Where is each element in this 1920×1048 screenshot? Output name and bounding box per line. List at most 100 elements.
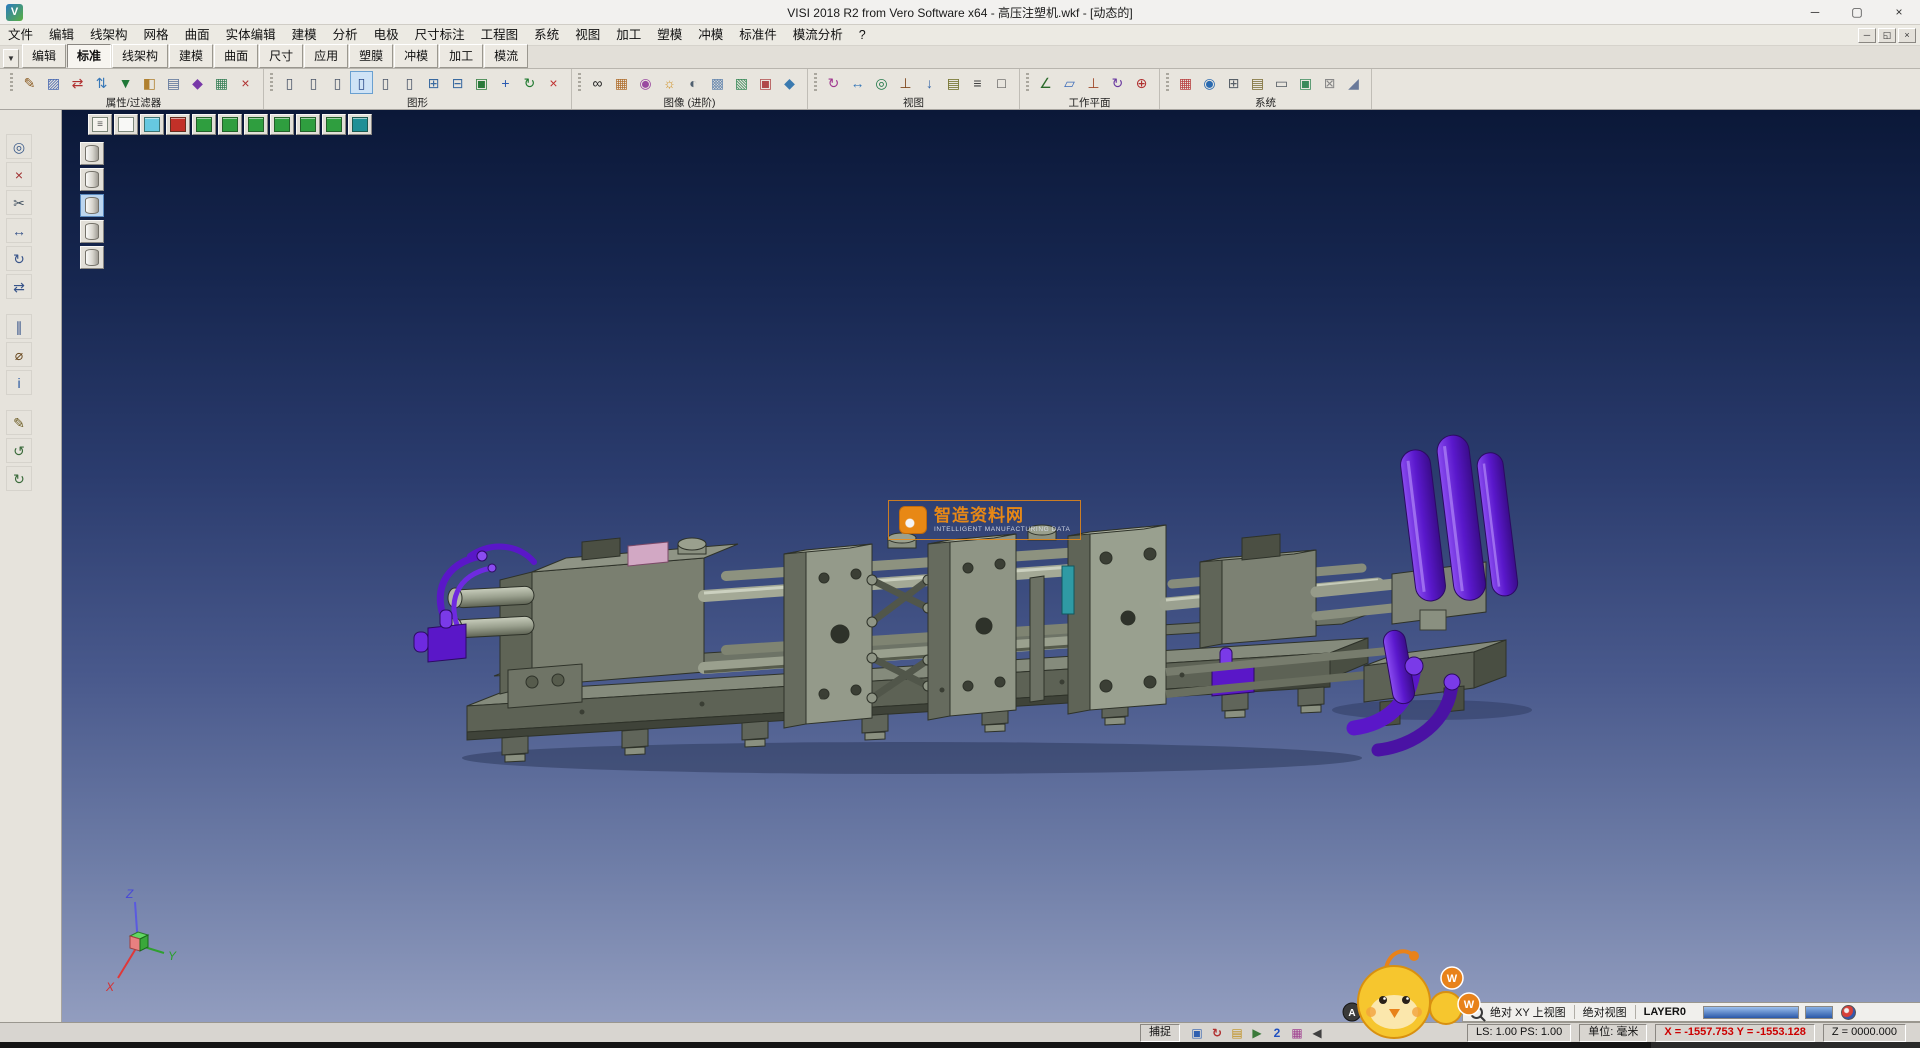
advanced-render-icon[interactable]: ◆: [778, 71, 801, 94]
shade-mode-icon[interactable]: [114, 114, 138, 135]
filter-solids-icon[interactable]: [80, 220, 104, 243]
hidden-line-icon[interactable]: ▯: [302, 71, 325, 94]
filter-surfaces-icon[interactable]: [80, 194, 104, 217]
windows-taskbar[interactable]: [0, 1042, 1920, 1048]
view-toolbar-grip[interactable]: ≡: [88, 114, 112, 135]
filter-funnel-icon[interactable]: ▼: [114, 71, 137, 94]
view-back-icon[interactable]: [296, 114, 320, 135]
shadow-icon[interactable]: ◐: [682, 71, 705, 94]
color-swap-icon[interactable]: ⇄: [66, 71, 89, 94]
menu-item[interactable]: 加工: [608, 25, 649, 45]
lighting-icon[interactable]: ☼: [658, 71, 681, 94]
shaded-view-icon[interactable]: ▯: [326, 71, 349, 94]
workplane-icon[interactable]: ∠: [1034, 71, 1057, 94]
delete-icon[interactable]: ×: [6, 162, 32, 187]
view-normal-icon[interactable]: ↓: [918, 71, 941, 94]
database-icon[interactable]: ▤: [1246, 71, 1269, 94]
document-minimize-button[interactable]: ─: [1858, 28, 1876, 43]
zoom-element-icon[interactable]: ◎: [6, 134, 32, 159]
pointer-status-icon[interactable]: ▶: [1248, 1024, 1266, 1041]
layer-move-icon[interactable]: ⇅: [90, 71, 113, 94]
view-top-icon[interactable]: [192, 114, 216, 135]
menu-item[interactable]: 分析: [325, 25, 366, 45]
material-icon[interactable]: ◉: [634, 71, 657, 94]
menu-item[interactable]: ?: [851, 25, 874, 45]
redo-icon[interactable]: ↻: [6, 466, 32, 491]
mirror-icon[interactable]: ⇄: [6, 274, 32, 299]
undo-icon[interactable]: ↺: [6, 438, 32, 463]
menu-item[interactable]: 曲面: [177, 25, 218, 45]
view-iso-shaded-icon[interactable]: [348, 114, 372, 135]
capture-icon[interactable]: ▣: [1294, 71, 1317, 94]
menu-item[interactable]: 系统: [526, 25, 567, 45]
transparency-icon[interactable]: ▩: [706, 71, 729, 94]
menu-item[interactable]: 网格: [136, 25, 177, 45]
menu-item[interactable]: 工程图: [473, 25, 527, 45]
glasses-icon[interactable]: ∞: [586, 71, 609, 94]
align-view-icon[interactable]: ⊥: [894, 71, 917, 94]
workplane-xy-icon[interactable]: ▱: [1058, 71, 1081, 94]
full-screen-icon[interactable]: □: [990, 71, 1013, 94]
save-status-icon[interactable]: ▣: [1188, 1024, 1206, 1041]
menu-item[interactable]: 建模: [284, 25, 325, 45]
active-layer-indicator[interactable]: LAYER0: [1641, 1006, 1689, 1018]
workplane-align-icon[interactable]: ⊥: [1082, 71, 1105, 94]
wireframe-view-icon[interactable]: ▯: [278, 71, 301, 94]
menu-item[interactable]: 实体编辑: [218, 25, 284, 45]
menu-item[interactable]: 塑模: [649, 25, 690, 45]
select-all-icon[interactable]: ▦: [210, 71, 233, 94]
multi-view-icon[interactable]: ⊞: [422, 71, 445, 94]
rotate-view-icon[interactable]: ↻: [822, 71, 845, 94]
annotate-icon[interactable]: ✎: [6, 410, 32, 435]
filter-type-icon[interactable]: ◆: [186, 71, 209, 94]
tab-dropdown-button[interactable]: ▼: [3, 49, 19, 68]
render-view-icon[interactable]: ▯: [350, 71, 373, 94]
speaker-icon[interactable]: ◀: [1308, 1024, 1326, 1041]
tab-surface[interactable]: 曲面: [214, 44, 258, 68]
tab-mold[interactable]: 塑膜: [349, 44, 393, 68]
globe-icon[interactable]: ◉: [1198, 71, 1221, 94]
tab-edit[interactable]: 编辑: [22, 44, 66, 68]
printer-icon[interactable]: ▭: [1270, 71, 1293, 94]
snapshot-icon[interactable]: ▣: [754, 71, 777, 94]
perspective-view-icon[interactable]: ▯: [374, 71, 397, 94]
named-views-icon[interactable]: ▤: [942, 71, 965, 94]
folder-status-icon[interactable]: ▤: [1228, 1024, 1246, 1041]
machine-3d-model[interactable]: [414, 429, 1532, 774]
view-iso-icon[interactable]: [322, 114, 346, 135]
refresh-status-icon[interactable]: ↻: [1208, 1024, 1226, 1041]
shade-cyan-icon[interactable]: [140, 114, 164, 135]
close-button[interactable]: ×: [1878, 0, 1920, 24]
viewport-canvas[interactable]: Z X Y ≡ 智造资料网 INTELLIGENT MANUFACTURING …: [62, 110, 1920, 1022]
tab-application[interactable]: 应用: [304, 44, 348, 68]
filter-meshes-icon[interactable]: [80, 246, 104, 269]
menu-item[interactable]: 尺寸标注: [407, 25, 473, 45]
section-view-icon[interactable]: ⊟: [446, 71, 469, 94]
texture-icon[interactable]: ▦: [610, 71, 633, 94]
minimize-button[interactable]: ─: [1794, 0, 1836, 24]
measure-icon[interactable]: ⌀: [6, 342, 32, 367]
absolute-view-button[interactable]: 绝对视图: [1580, 1004, 1630, 1020]
rotate-icon[interactable]: ↻: [6, 246, 32, 271]
tab-dimension[interactable]: 尺寸: [259, 44, 303, 68]
filter-points-icon[interactable]: [80, 142, 104, 165]
snap-toggle[interactable]: 捕捉: [1140, 1024, 1180, 1042]
globe-status-icon[interactable]: [1841, 1005, 1856, 1020]
clear-graphics-icon[interactable]: ×: [542, 71, 565, 94]
info-icon[interactable]: i: [6, 370, 32, 395]
view-list-icon[interactable]: ≡: [966, 71, 989, 94]
tab-wireframe[interactable]: 线架构: [112, 44, 168, 68]
view-left-icon[interactable]: [244, 114, 268, 135]
move-icon[interactable]: ↔: [6, 218, 32, 243]
document-restore-button[interactable]: ◱: [1878, 28, 1896, 43]
filter-layer-icon[interactable]: ▤: [162, 71, 185, 94]
tab-die[interactable]: 冲模: [394, 44, 438, 68]
clear-filter-icon[interactable]: ×: [234, 71, 257, 94]
view-front-icon[interactable]: [218, 114, 242, 135]
offset-icon[interactable]: ∥: [6, 314, 32, 339]
tab-modeling[interactable]: 建模: [169, 44, 213, 68]
counter-badge[interactable]: 2: [1268, 1024, 1286, 1041]
tab-flow[interactable]: 模流: [484, 44, 528, 68]
attribute-brush-icon[interactable]: ▨: [42, 71, 65, 94]
filter-wireframe-icon[interactable]: [80, 168, 104, 191]
